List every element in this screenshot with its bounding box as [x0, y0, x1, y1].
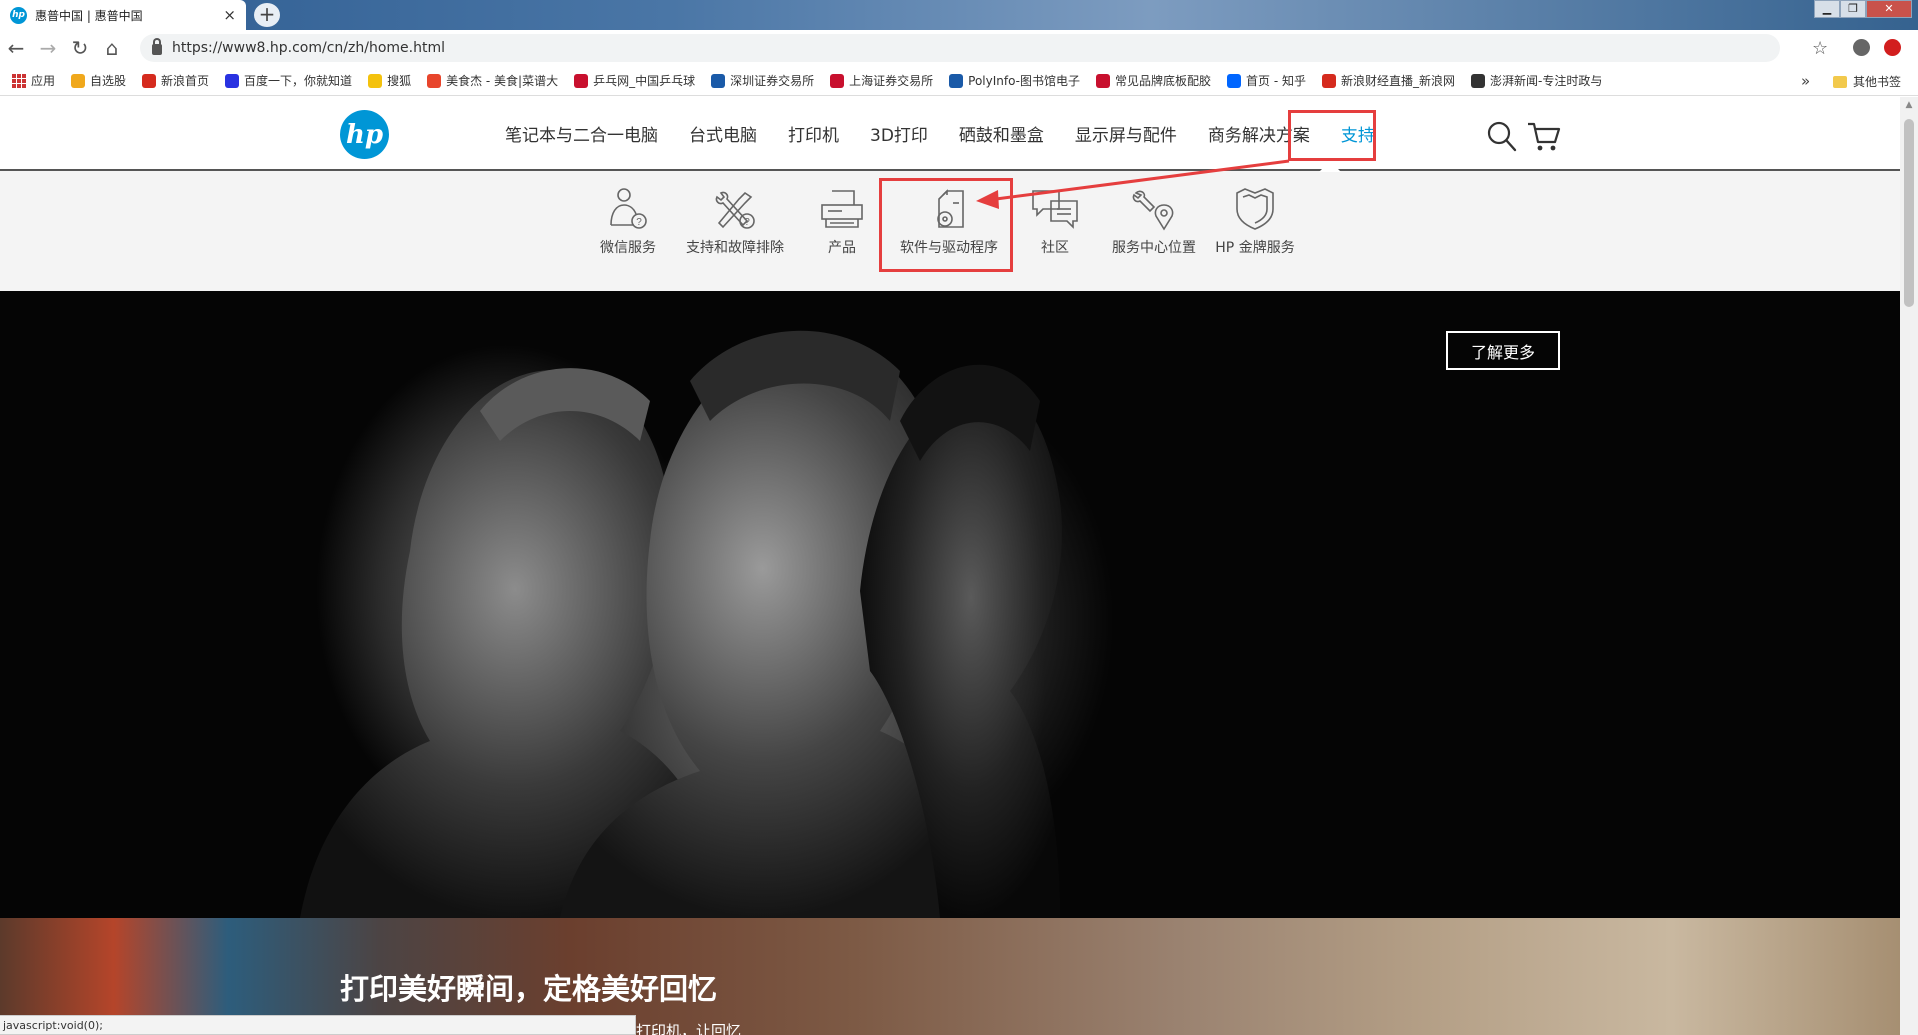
browser-tab-active[interactable]: hp 惠普中国 | 惠普中国 × [0, 0, 246, 30]
product-icon [821, 190, 863, 228]
bookmark-item[interactable]: 自选股 [71, 72, 126, 89]
nav-laptops[interactable]: 笔记本与二合一电脑 [505, 121, 658, 146]
support-highlight-box [1288, 110, 1376, 161]
submenu-community[interactable]: 社区 [1000, 185, 1110, 257]
bookmarks-overflow-button[interactable]: » [1801, 72, 1810, 90]
back-arrow-icon[interactable]: ← [0, 36, 32, 60]
window-controls: ▁ ❐ ✕ [1814, 0, 1912, 18]
bookmark-favicon-icon [574, 73, 589, 88]
tab-title: 惠普中国 | 惠普中国 [35, 8, 143, 23]
bookmark-favicon-icon [1096, 73, 1110, 88]
bookmark-item[interactable]: 首页 - 知乎 [1227, 72, 1306, 89]
scroll-thumb[interactable] [1904, 119, 1914, 307]
svg-text:?: ? [744, 217, 750, 228]
hp-logo[interactable]: hp [340, 110, 389, 159]
bookmark-favicon-icon [142, 73, 157, 88]
bookmark-favicon-icon [711, 73, 726, 88]
hp-favicon-icon: hp [10, 6, 27, 24]
submenu-troubleshooting[interactable]: ? 支持和故障排除 [680, 185, 790, 257]
other-bookmarks[interactable]: 其他书签 [1833, 73, 1901, 90]
bookmark-favicon-icon [949, 73, 964, 88]
apps-grid-icon [12, 73, 26, 88]
profile-avatar-icon[interactable] [1853, 39, 1870, 56]
promo-title: 打印美好瞬间，定格美好回忆 [340, 972, 718, 1006]
hero-portrait-image [300, 330, 1062, 918]
nav-printers[interactable]: 打印机 [788, 121, 839, 146]
bookmarks-bar: 应用 自选股 新浪首页 百度一下，你就知道 搜狐 美食杰 - 美食|菜谱大 乒乓… [0, 66, 1918, 96]
search-icon[interactable] [1487, 121, 1517, 153]
status-bar: javascript:void(0); [0, 1015, 636, 1035]
omnibox[interactable]: https://www8.hp.com/cn/zh/home.html [140, 34, 1780, 62]
bookmark-item[interactable]: 新浪财经直播_新浪网 [1321, 72, 1455, 89]
reload-icon[interactable]: ↻ [64, 36, 96, 60]
nav-desktops[interactable]: 台式电脑 [689, 121, 757, 146]
extension-icon[interactable] [1884, 39, 1901, 56]
community-chat-icon [1032, 190, 1078, 229]
bookmark-item[interactable]: 乒乓网_中国乒乓球 [574, 72, 695, 89]
url-text[interactable]: https://www8.hp.com/cn/zh/home.html [172, 40, 445, 56]
lock-icon[interactable] [152, 38, 162, 55]
browser-tabbar: hp 惠普中国 | 惠普中国 × + ▁ ❐ ✕ [0, 0, 1918, 30]
bookmark-apps[interactable]: 应用 [12, 72, 55, 89]
bookmark-item[interactable]: 深圳证券交易所 [711, 72, 814, 89]
bookmark-favicon-icon [1471, 73, 1485, 88]
forward-arrow-icon[interactable]: → [32, 36, 64, 60]
submenu-wechat-service[interactable]: ? 微信服务 [573, 185, 683, 257]
bookmark-item[interactable]: 百度一下，你就知道 [225, 72, 352, 89]
bookmark-favicon-icon [368, 73, 383, 88]
bookmark-item[interactable]: PolyInfo-图书馆电子 [949, 72, 1080, 89]
maximize-button[interactable]: ❐ [1840, 0, 1866, 18]
bookmark-favicon-icon [1227, 73, 1242, 88]
bookmark-favicon-icon [71, 73, 86, 88]
main-nav: 笔记本与二合一电脑 台式电脑 打印机 3D打印 硒鼓和墨盒 显示屏与配件 商务解… [505, 97, 1375, 169]
nav-ink-toner[interactable]: 硒鼓和墨盒 [959, 121, 1044, 146]
gold-shield-icon [1236, 188, 1274, 230]
nav-3d-printing[interactable]: 3D打印 [870, 121, 928, 146]
bookmark-favicon-icon [1321, 73, 1336, 88]
bookmark-favicon-icon [427, 73, 442, 88]
address-bar-row: ← → ↻ ⌂ https://www8.hp.com/cn/zh/home.h… [0, 30, 1918, 66]
learn-more-button[interactable]: 了解更多 [1446, 331, 1560, 370]
wechat-service-icon: ? [610, 188, 647, 229]
hp-header: hp 笔记本与二合一电脑 台式电脑 打印机 3D打印 硒鼓和墨盒 显示屏与配件 … [0, 97, 1900, 171]
support-caret [1319, 161, 1341, 172]
new-tab-button[interactable]: + [254, 3, 280, 27]
minimize-button[interactable]: ▁ [1814, 0, 1840, 18]
bookmark-item[interactable]: 澎湃新闻-专注时政与 [1471, 72, 1602, 89]
bookmark-star-icon[interactable]: ☆ [1812, 38, 1828, 59]
software-driver-highlight-box [879, 178, 1013, 272]
scroll-up-arrow-icon[interactable]: ▲ [1900, 97, 1918, 113]
troubleshoot-tools-icon: ? [715, 191, 755, 229]
bookmark-favicon-icon [225, 73, 240, 88]
home-icon[interactable]: ⌂ [96, 36, 128, 60]
bookmark-item[interactable]: 常见品牌底板配胶 [1096, 72, 1211, 89]
hero-banner: 了解更多 [0, 291, 1900, 918]
bookmark-item[interactable]: 上海证券交易所 [830, 72, 933, 89]
bookmark-item[interactable]: 美食杰 - 美食|菜谱大 [427, 72, 558, 89]
nav-displays-accessories[interactable]: 显示屏与配件 [1075, 121, 1177, 146]
bookmark-favicon-icon [830, 73, 845, 88]
cart-icon[interactable] [1527, 120, 1561, 152]
tab-close-icon[interactable]: × [223, 6, 236, 24]
hp-homepage: hp 笔记本与二合一电脑 台式电脑 打印机 3D打印 硒鼓和墨盒 显示屏与配件 … [0, 97, 1900, 1035]
service-location-icon [1132, 190, 1174, 231]
submenu-service-center[interactable]: 服务中心位置 [1099, 185, 1209, 257]
submenu-hp-care-pack[interactable]: HP 金牌服务 [1200, 185, 1310, 257]
svg-text:?: ? [636, 217, 642, 228]
window-close-button[interactable]: ✕ [1866, 0, 1912, 18]
page-scrollbar[interactable]: ▲ [1900, 97, 1918, 1035]
bookmark-item[interactable]: 新浪首页 [142, 72, 209, 89]
promo-subtitle: 打印机，让回忆 [636, 1022, 742, 1035]
folder-icon [1833, 75, 1847, 88]
bookmark-item[interactable]: 搜狐 [368, 72, 411, 89]
